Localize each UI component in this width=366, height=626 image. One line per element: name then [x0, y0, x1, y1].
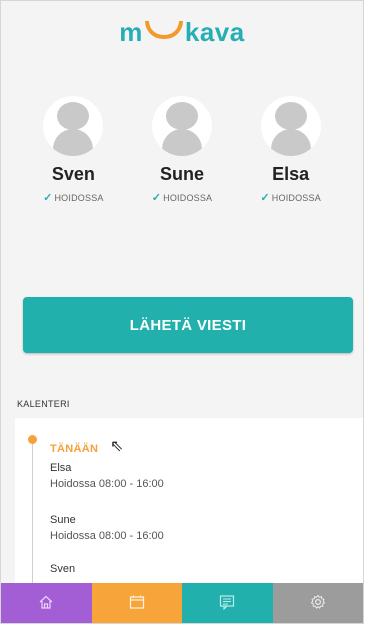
child-card-elsa[interactable]: Elsa ✓ HOIDOSSA — [248, 96, 334, 204]
child-status: ✓ HOIDOSSA — [30, 191, 116, 204]
tab-settings[interactable] — [272, 583, 363, 623]
calendar-icon — [129, 594, 145, 615]
app-screen: mkava Sven ✓HOIDOSSA Sune ✓HOIDOSSA E — [0, 0, 364, 624]
entry-detail: Hoidossa 08:00 - 16:00 — [50, 530, 164, 542]
check-icon: ✓ — [260, 192, 270, 204]
child-name: Sven — [51, 164, 95, 184]
today-label: TÄNÄÄN — [50, 443, 99, 455]
calendar-entry[interactable]: Sune Hoidossa 08:00 - 16:00 — [50, 514, 164, 542]
tab-calendar[interactable] — [91, 583, 182, 623]
timeline-dot — [28, 435, 37, 444]
logo-right-text: kava — [184, 17, 245, 47]
timeline-line — [32, 440, 33, 590]
check-icon: ✓ — [151, 192, 162, 204]
calendar-entry[interactable]: Elsa Hoidossa 08:00 - 16:00 — [50, 462, 164, 490]
child-name: Sune — [159, 164, 204, 184]
send-message-button[interactable]: LÄHETÄ VIESTI — [23, 297, 353, 353]
calendar-heading: KALENTERI — [17, 399, 70, 409]
status-text: HOIDOSSA — [54, 193, 104, 203]
entry-name: Elsa — [50, 462, 72, 474]
calendar-panel: TÄNÄÄN ⇖ Elsa Hoidossa 08:00 - 16:00 Sun… — [15, 418, 363, 590]
gear-icon — [310, 594, 326, 615]
avatar — [260, 96, 321, 156]
message-icon — [219, 594, 235, 615]
status-text: HOIDOSSA — [271, 193, 321, 203]
entry-name: Sune — [50, 514, 76, 526]
child-name: Elsa — [272, 164, 310, 184]
calendar-entry[interactable]: Sven — [50, 563, 75, 575]
child-card-sune[interactable]: Sune ✓ HOIDOSSA — [139, 96, 225, 204]
entry-name: Sven — [50, 563, 76, 575]
tab-messages[interactable] — [182, 583, 273, 623]
entry-detail: Hoidossa 08:00 - 16:00 — [50, 478, 164, 490]
app-logo: m kava — [1, 17, 363, 48]
tab-home[interactable] — [1, 583, 92, 623]
children-row: Sven ✓ HOIDOSSA Sune ✓ HOIDOSSA Elsa ✓ HOID… — [1, 96, 363, 204]
child-status: ✓ HOIDOSSA — [139, 191, 225, 204]
child-card-sven[interactable]: Sven ✓ HOIDOSSA — [30, 96, 116, 204]
logo-smile-icon — [144, 21, 183, 39]
check-icon: ✓ — [43, 192, 53, 204]
status-text: HOIDOSSA — [163, 193, 213, 203]
bottom-tab-bar — [1, 583, 363, 623]
avatar — [151, 96, 212, 156]
child-status: ✓ HOIDOSSA — [248, 191, 334, 204]
logo-left-text: m — [119, 17, 143, 47]
avatar — [43, 96, 104, 156]
mouse-cursor-icon: ⇖ — [110, 438, 124, 455]
home-icon — [38, 594, 54, 615]
